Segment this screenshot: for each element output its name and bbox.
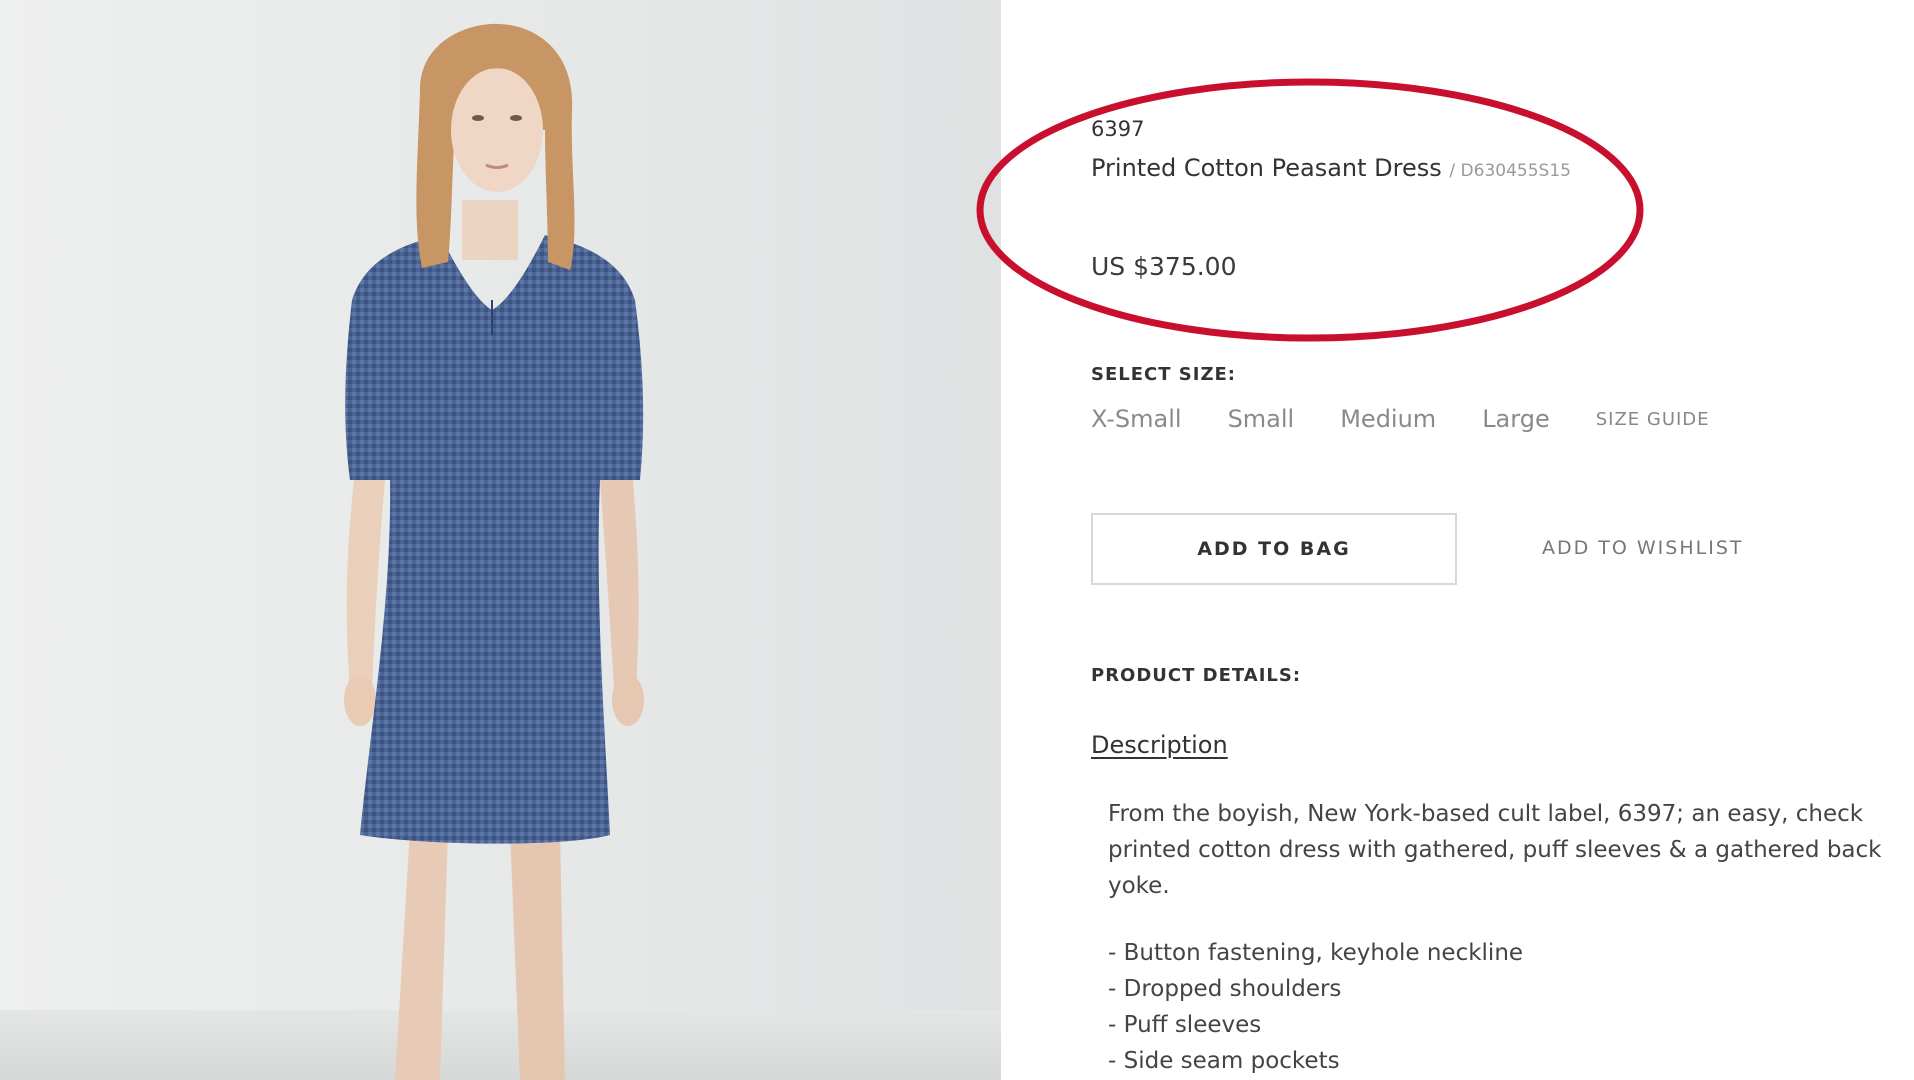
product-details-heading: PRODUCT DETAILS: xyxy=(1091,665,1302,686)
add-to-bag-button[interactable]: ADD TO BAG xyxy=(1091,513,1457,585)
product-price: US $375.00 xyxy=(1091,252,1237,281)
size-options: X-Small Small Medium Large SIZE GUIDE xyxy=(1091,405,1710,433)
feature-item: Button fastening, keyhole neckline xyxy=(1108,935,1898,971)
size-option-small[interactable]: Small xyxy=(1228,405,1295,433)
product-title-row: Printed Cotton Peasant Dress / D630455S1… xyxy=(1091,154,1571,182)
select-size-label: SELECT SIZE: xyxy=(1091,364,1236,385)
size-option-medium[interactable]: Medium xyxy=(1340,405,1436,433)
feature-item: Side seam pockets xyxy=(1108,1043,1898,1079)
product-page: 6397 Printed Cotton Peasant Dress / D630… xyxy=(0,0,1914,1080)
description-tab[interactable]: Description xyxy=(1091,731,1228,759)
size-option-xsmall[interactable]: X-Small xyxy=(1091,405,1182,433)
feature-item: Puff sleeves xyxy=(1108,1007,1898,1043)
product-info-panel: 6397 Printed Cotton Peasant Dress / D630… xyxy=(1001,0,1914,1080)
product-sku: / D630455S15 xyxy=(1449,161,1571,181)
product-photo xyxy=(0,0,1001,1080)
feature-item: Dropped shoulders xyxy=(1108,971,1898,1007)
product-title: Printed Cotton Peasant Dress xyxy=(1091,154,1442,182)
description-text: From the boyish, New York-based cult lab… xyxy=(1108,801,1882,899)
size-guide-link[interactable]: SIZE GUIDE xyxy=(1596,409,1710,430)
feature-list: Button fastening, keyhole neckline Dropp… xyxy=(1108,935,1898,1079)
model-figure xyxy=(344,23,644,1080)
brand-name: 6397 xyxy=(1091,117,1145,141)
size-option-large[interactable]: Large xyxy=(1482,405,1550,433)
add-to-wishlist-link[interactable]: ADD TO WISHLIST xyxy=(1542,537,1744,559)
